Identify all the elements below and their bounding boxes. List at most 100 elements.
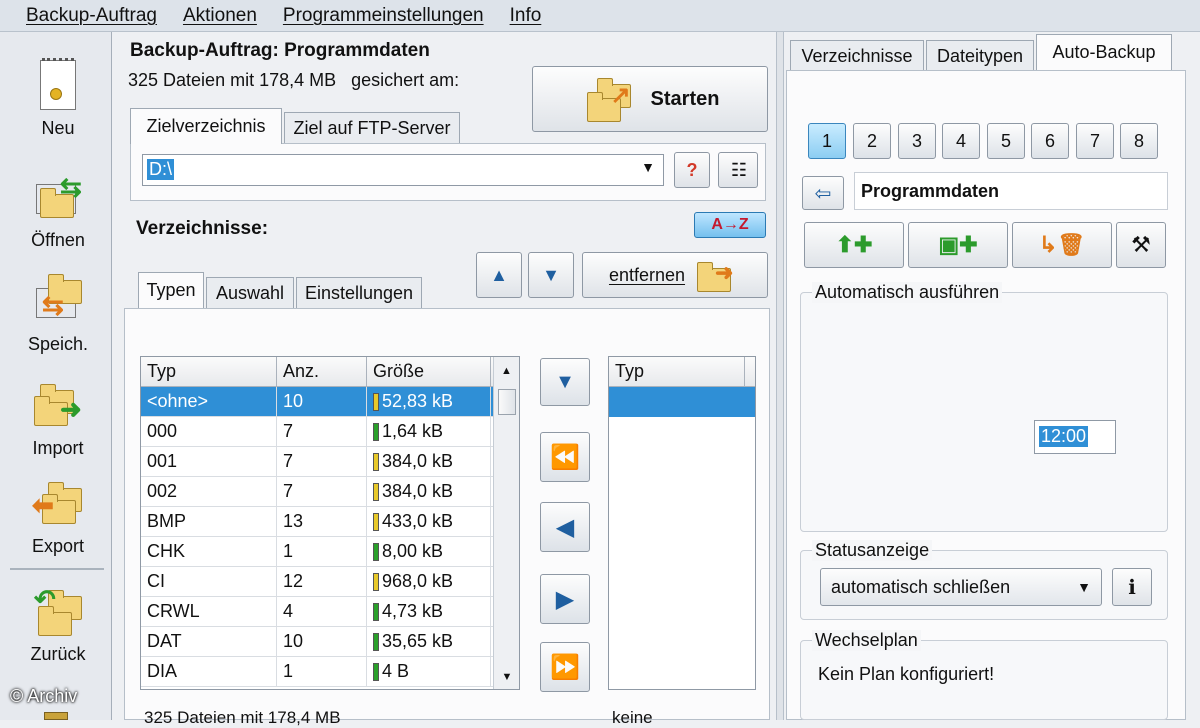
cell-size-value: 1,64 kB [382, 421, 444, 441]
cell-size: 52,83 kB [367, 387, 491, 416]
scroll-thumb[interactable] [498, 389, 516, 415]
types-scrollbar[interactable]: ▲ ▼ [493, 357, 519, 689]
new-button[interactable]: Neu [14, 58, 102, 139]
tab-selection[interactable]: Auswahl [206, 277, 294, 309]
table-row[interactable]: CRWL 4 4,73 kB [141, 597, 519, 627]
import-button[interactable]: ➜ Import [14, 378, 102, 459]
tab-types[interactable]: Typen [138, 272, 204, 308]
move-all-right-button[interactable]: ⏩ [540, 642, 590, 692]
table-row[interactable]: 000 7 1,64 kB [141, 417, 519, 447]
tab-file-types[interactable]: Dateitypen [926, 40, 1034, 72]
slot-6-button[interactable]: 6 [1031, 123, 1069, 159]
table-row[interactable]: BMP 13 433,0 kB [141, 507, 519, 537]
cell-size: 35,65 kB [367, 627, 491, 656]
slot-3-button[interactable]: 3 [898, 123, 936, 159]
cell-type: CHK [141, 537, 277, 566]
menu-backup-job[interactable]: Backup-Auftrag [26, 5, 157, 27]
back-button[interactable]: ↶ Zurück [14, 584, 102, 665]
auto-back-button[interactable]: ⇦ [802, 176, 844, 210]
cell-type: BMP [141, 507, 277, 536]
col-count[interactable]: Anz. [277, 357, 367, 386]
auto-name-field[interactable]: Programmdaten [854, 172, 1168, 210]
auto-run-time-field[interactable]: 12:00 [1034, 420, 1116, 454]
table-row[interactable]: DIA 1 4 B [141, 657, 519, 687]
cell-type: DAT [141, 627, 277, 656]
add-job-button[interactable]: ⬆✚ [804, 222, 904, 268]
cell-size-value: 35,65 kB [382, 631, 454, 651]
import-label: Import [32, 438, 84, 458]
size-indicator [373, 452, 379, 471]
size-indicator [373, 482, 379, 501]
slot-5-button[interactable]: 5 [987, 123, 1025, 159]
help-button[interactable]: ? [674, 152, 710, 188]
filter-button[interactable]: ▼ [540, 358, 590, 406]
status-label: Statusanzeige [812, 540, 933, 561]
sort-az-button[interactable]: A→Z [694, 212, 766, 238]
menu-program-settings[interactable]: Programmeinstellungen [283, 5, 484, 27]
size-indicator [373, 662, 379, 681]
chevron-down-icon: ▼ [1077, 579, 1091, 595]
size-indicator [373, 512, 379, 531]
tab-auto-backup[interactable]: Auto-Backup [1036, 34, 1172, 70]
selected-row[interactable] [609, 387, 755, 417]
cell-count: 12 [277, 567, 367, 596]
types-table[interactable]: Typ Anz. Größe <ohne> 10 52,83 kB 000 7 1,64 … [140, 356, 520, 690]
add-job-copy-button[interactable]: ▣✚ [908, 222, 1008, 268]
move-right-button[interactable]: ▶ [540, 574, 590, 624]
slot-1-button[interactable]: 1 [808, 123, 846, 159]
menu-actions[interactable]: Aktionen [183, 5, 257, 27]
cell-size-value: 52,83 kB [382, 391, 454, 411]
delete-job-button[interactable]: ↳🗑 [1012, 222, 1112, 268]
status-info-button[interactable]: ℹ [1112, 568, 1152, 606]
double-left-icon: ⏪ [550, 443, 580, 471]
browse-tree-button[interactable]: ☷ [718, 152, 758, 188]
slot-4-button[interactable]: 4 [942, 123, 980, 159]
selected-types-table[interactable]: Typ [608, 356, 756, 690]
open-button[interactable]: ⇆ Öffnen [14, 170, 102, 251]
tab-settings[interactable]: Einstellungen [296, 277, 422, 309]
cell-type: 002 [141, 477, 277, 506]
tab-target-directory[interactable]: Zielverzeichnis [130, 108, 282, 144]
start-button[interactable]: ↗ Starten [532, 66, 768, 132]
menu-info[interactable]: Info [510, 5, 542, 27]
slot-8-button[interactable]: 8 [1120, 123, 1158, 159]
table-row[interactable]: CHK 1 8,00 kB [141, 537, 519, 567]
tab-directories[interactable]: Verzeichnisse [790, 40, 924, 72]
job-tools-button[interactable]: ⚒ [1116, 222, 1166, 268]
table-row[interactable]: CI 12 968,0 kB [141, 567, 519, 597]
cell-size: 8,00 kB [367, 537, 491, 566]
left-icon: ◀ [555, 513, 575, 541]
table-row[interactable]: 001 7 384,0 kB [141, 447, 519, 477]
move-left-button[interactable]: ◀ [540, 502, 590, 552]
col-type[interactable]: Typ [141, 357, 277, 386]
cell-count: 1 [277, 657, 367, 686]
slot-2-button[interactable]: 2 [853, 123, 891, 159]
move-down-button[interactable]: ▼ [528, 252, 574, 298]
move-up-button[interactable]: ▲ [476, 252, 522, 298]
target-dropdown[interactable]: D:\ ▼ [142, 154, 664, 186]
export-button[interactable]: ⬅ Export [14, 476, 102, 557]
table-row[interactable]: DAT 10 35,65 kB [141, 627, 519, 657]
tab-ftp-target[interactable]: Ziel auf FTP-Server [284, 112, 460, 144]
auto-run-time: 12:00 [1039, 426, 1089, 447]
slot-7-button[interactable]: 7 [1076, 123, 1114, 159]
add-copy-icon: ▣✚ [938, 232, 978, 257]
cell-count: 10 [277, 387, 367, 416]
menu-bar: Backup-Auftrag Aktionen Programmeinstell… [0, 0, 1200, 32]
status-dropdown[interactable]: automatisch schließen ▼ [820, 568, 1102, 606]
col-selected-type[interactable]: Typ [609, 357, 745, 386]
table-row[interactable]: 002 7 384,0 kB [141, 477, 519, 507]
move-all-left-button[interactable]: ⏪ [540, 432, 590, 482]
new-document-icon [30, 58, 86, 114]
archive-watermark: © Archiv [10, 686, 78, 706]
cell-count: 13 [277, 507, 367, 536]
save-button[interactable]: ⇆ Speich. [14, 274, 102, 355]
cell-count: 4 [277, 597, 367, 626]
left-toolbar: Neu ⇆ Öffnen ⇆ Speich. ➜ Import ⬅ Export [0, 32, 112, 720]
remove-button[interactable]: entfernen ➜ [582, 252, 768, 298]
splitter[interactable] [776, 32, 784, 720]
triangle-up-icon: ▲ [490, 264, 508, 285]
col-size[interactable]: Größe [367, 357, 491, 386]
chevron-down-icon: ▼ [641, 159, 655, 175]
table-row[interactable]: <ohne> 10 52,83 kB [141, 387, 519, 417]
